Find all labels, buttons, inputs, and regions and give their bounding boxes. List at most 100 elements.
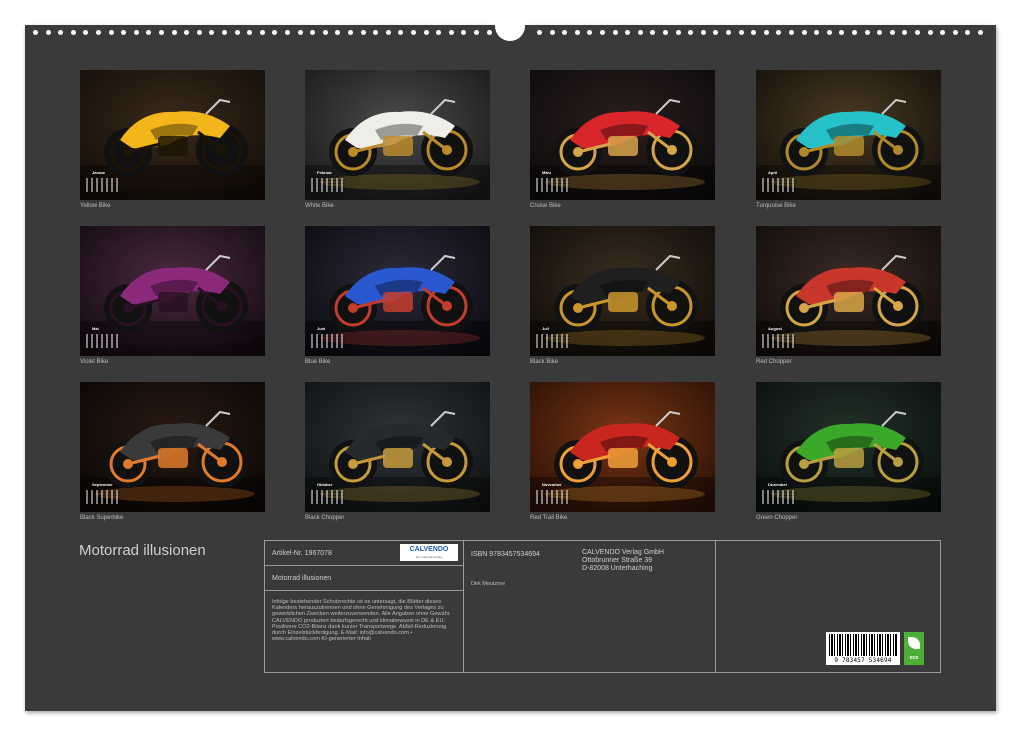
binding-hole (738, 30, 744, 35)
month-label: Oktober (317, 482, 333, 487)
binding-hole (688, 30, 694, 35)
binding-hole (58, 30, 64, 35)
binding-hole (864, 30, 870, 35)
binding-hole (373, 30, 379, 35)
binding-hole (474, 30, 479, 35)
motorcycle-photo: Dezember (756, 382, 941, 512)
info-panel: Artikel-Nr. 1967078 CALVENDO Der Kalende… (264, 540, 941, 673)
binding-hole (159, 30, 164, 35)
binding-hole (877, 30, 883, 35)
month-tile: November Red Trail Bike (530, 382, 715, 521)
binding-hole (360, 30, 366, 35)
binding-hole (600, 30, 605, 35)
binding-hole (310, 30, 316, 35)
motorcycle-photo: März (530, 70, 715, 200)
calendar-title: Motorrad illusionen (79, 542, 206, 559)
month-caption: Violet Bike (80, 359, 109, 365)
binding-hole (650, 30, 656, 35)
binding-hole (398, 30, 404, 35)
motorcycle-photo: April (756, 70, 941, 200)
binding-hole (171, 30, 177, 35)
binding-hole (335, 30, 341, 35)
month-label: März (542, 170, 552, 175)
motorcycle-photo: August (756, 226, 941, 356)
calvendo-logo: CALVENDO Der Kalenderverlag (400, 544, 458, 561)
binding-hole (133, 30, 139, 35)
month-day-grid (536, 490, 570, 504)
month-caption: Cruise Bike (530, 203, 561, 209)
binding-hole (209, 30, 215, 35)
binding-hole (348, 30, 353, 35)
binding-hole (763, 30, 769, 35)
month-day-grid (86, 334, 120, 348)
motorcycle-photo: Mai (80, 226, 265, 356)
barcode: 9 783457 534694 (826, 632, 900, 665)
month-caption: Turquoise Bike (756, 203, 796, 209)
binding-hole (940, 30, 946, 35)
month-tile: März Cruise Bike (530, 70, 715, 209)
barcode-bars (829, 634, 897, 656)
binding-hole (826, 30, 832, 35)
binding-hole (776, 30, 782, 35)
month-tile: September Black Superbike (80, 382, 265, 521)
month-day-grid (86, 178, 120, 192)
binding-hole (751, 30, 757, 35)
binding-hole (700, 30, 706, 35)
publisher-street: Ottobrunner Straße 39 (582, 557, 653, 564)
calendar-sheet: Januar Yellow Bike Februar White Bike März Cr… (25, 19, 996, 711)
binding-hole (486, 30, 492, 35)
month-day-grid (311, 334, 345, 348)
month-label: Dezember (768, 482, 788, 487)
binding-hole (537, 30, 542, 35)
info-cell-middle: ISBN 9783457534694 CALVENDO Verlag GmbH … (464, 541, 716, 672)
binding-hole (562, 30, 568, 35)
month-label: Juni (317, 326, 326, 331)
month-tile: Juni Blue Bike (305, 226, 490, 365)
motorcycle-photo: Juni (305, 226, 490, 356)
binding-hole (285, 30, 290, 35)
binding-hole (587, 30, 593, 35)
month-tile: Januar Yellow Bike (80, 70, 265, 209)
month-tile: August Red Chopper (756, 226, 941, 365)
month-caption: Blue Bike (305, 359, 331, 365)
month-day-grid (762, 178, 796, 192)
month-day-grid (311, 178, 345, 192)
eco-badge: eco (904, 632, 924, 665)
motorcycle-photo: Juli (530, 226, 715, 356)
binding-hole (448, 30, 454, 35)
publisher-name: CALVENDO Verlag GmbH (582, 549, 664, 556)
article-row: Artikel-Nr. 1967078 CALVENDO Der Kalende… (265, 541, 463, 566)
month-tile: Februar White Bike (305, 70, 490, 209)
month-day-grid (762, 334, 796, 348)
binding-hole (915, 30, 920, 35)
binding-hole (952, 30, 958, 35)
month-label: April (768, 170, 778, 175)
title-row: Motorrad illusionen (265, 566, 463, 591)
month-day-grid (86, 490, 120, 504)
binding-hole (411, 30, 416, 35)
author: Dirk Meutzner (471, 581, 506, 587)
binding-hole (70, 30, 76, 35)
binding-hole (574, 30, 580, 35)
legal-notice: Infolge bestehender Schutzrechte ist es … (272, 599, 451, 643)
binding-hole (108, 30, 114, 35)
month-label: August (768, 326, 782, 331)
binding-hole (625, 30, 631, 35)
month-label: Mai (92, 326, 99, 331)
binding-hole (184, 30, 190, 35)
binding-hole (385, 30, 391, 35)
publisher-address: CALVENDO Verlag GmbH Ottobrunner Straße … (582, 549, 664, 573)
month-caption: White Bike (305, 203, 334, 209)
binding-hole (272, 30, 278, 35)
binding-hole (965, 30, 971, 35)
binding-hole (801, 30, 807, 35)
motorcycle-photo: November (530, 382, 715, 512)
month-caption: Black Bike (530, 359, 559, 365)
motorcycle-photo: Februar (305, 70, 490, 200)
month-tile: Mai Violet Bike (80, 226, 265, 365)
binding-hole (247, 30, 253, 35)
month-caption: Green Chopper (756, 515, 798, 521)
binding-hole (121, 30, 127, 35)
binding-hole (814, 30, 820, 35)
barcode-number: 9 783457 534694 (834, 657, 892, 664)
